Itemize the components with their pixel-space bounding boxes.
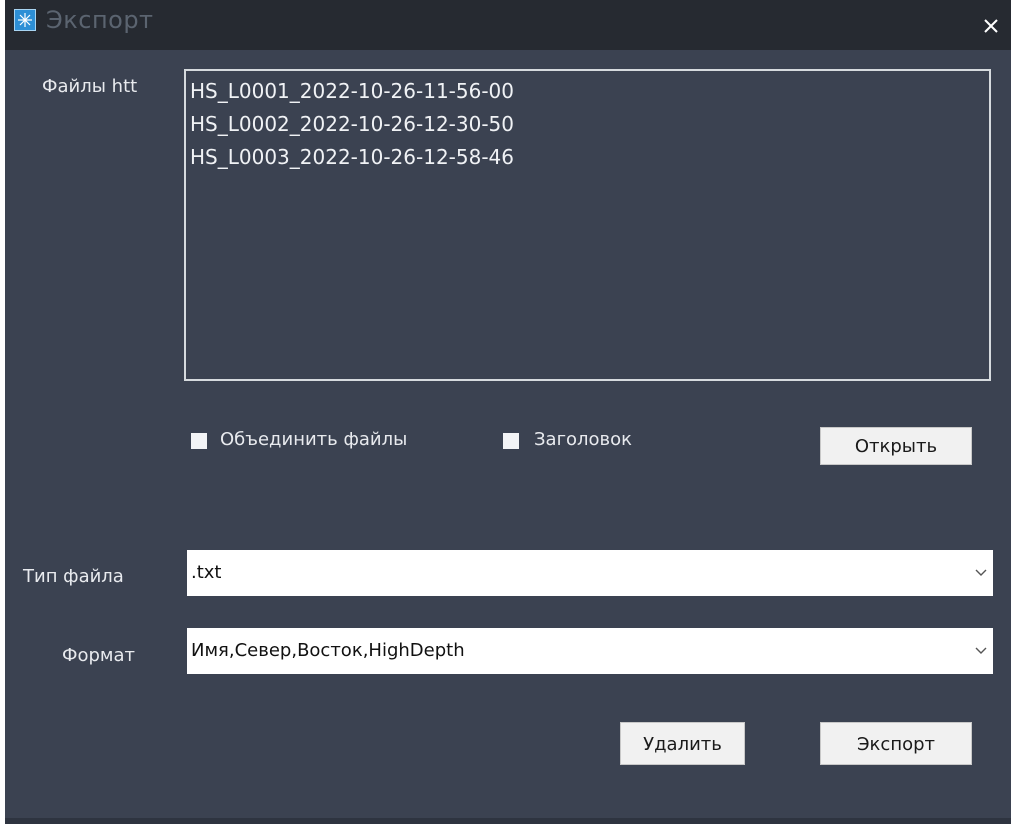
app-icon (14, 9, 36, 31)
export-dialog: Экспорт Файлы htt HS_L0001_2022-10-26-11… (5, 0, 1011, 824)
merge-files-checkbox[interactable] (191, 433, 207, 449)
close-button[interactable] (971, 0, 1011, 50)
list-item[interactable]: HS_L0003_2022-10-26-12-58-46 (186, 141, 514, 174)
header-checkbox[interactable] (503, 433, 519, 449)
files-label: Файлы htt (42, 76, 138, 97)
format-value: Имя,Север,Восток,HighDepth (191, 640, 465, 661)
files-list: HS_L0001_2022-10-26-11-56-00 HS_L0002_20… (186, 75, 514, 174)
title-bar: Экспорт (5, 0, 1011, 50)
header-label[interactable]: Заголовок (534, 429, 632, 450)
format-select[interactable]: Имя,Север,Восток,HighDepth (187, 628, 993, 674)
delete-button[interactable]: Удалить (620, 722, 745, 765)
open-button[interactable]: Открыть (820, 427, 972, 465)
file-type-value: .txt (191, 562, 222, 583)
list-item[interactable]: HS_L0002_2022-10-26-12-30-50 (186, 108, 514, 141)
chevron-down-icon (975, 569, 987, 576)
chevron-down-icon (975, 647, 987, 654)
export-button[interactable]: Экспорт (820, 722, 972, 765)
close-icon (984, 19, 998, 33)
file-type-select[interactable]: .txt (187, 550, 993, 596)
format-label: Формат (62, 645, 136, 666)
window-title: Экспорт (46, 6, 154, 34)
merge-files-label[interactable]: Объединить файлы (220, 429, 407, 450)
list-item[interactable]: HS_L0001_2022-10-26-11-56-00 (186, 75, 514, 108)
files-listbox[interactable]: HS_L0001_2022-10-26-11-56-00 HS_L0002_20… (184, 69, 991, 381)
file-type-label: Тип файла (23, 566, 124, 587)
